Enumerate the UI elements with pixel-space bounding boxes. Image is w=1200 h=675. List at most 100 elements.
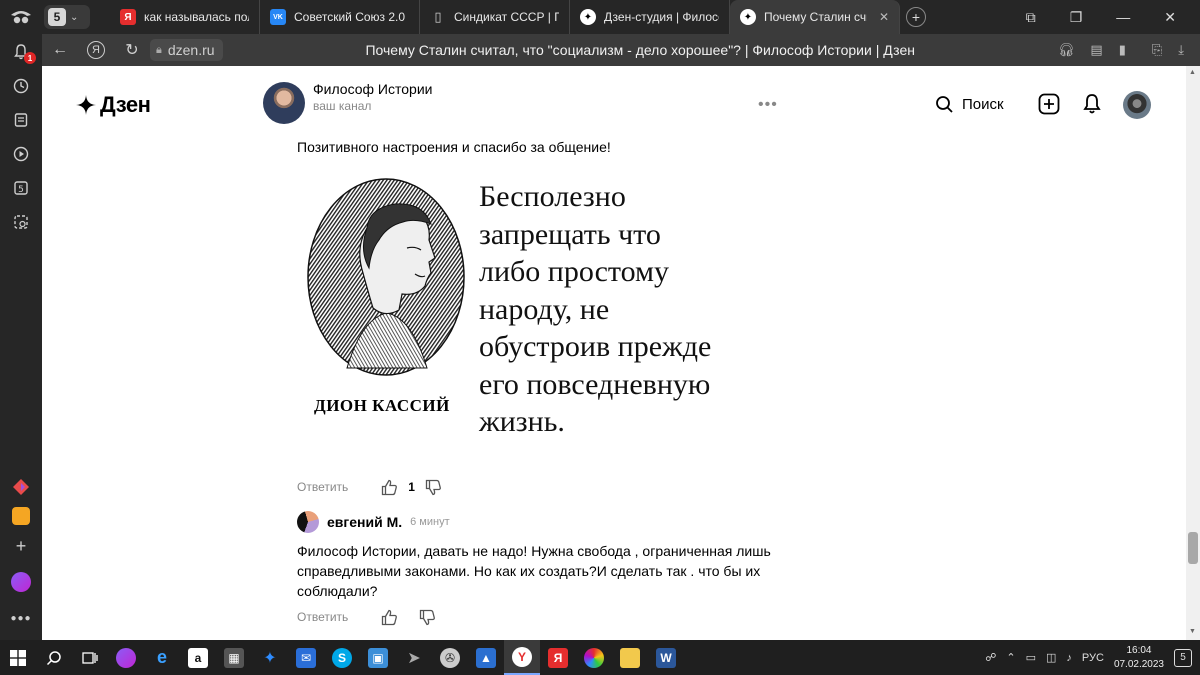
store-bag-icon[interactable]: ▦ — [216, 640, 252, 675]
tab-list: Якак называлась польша VK Советский Союз 2… — [110, 0, 900, 34]
clock[interactable]: 16:04 07.02.2023 — [1114, 644, 1164, 672]
portrait-caption: ДИОН КАССИЙ — [314, 396, 450, 415]
notification-center-icon[interactable]: 5 — [1174, 648, 1192, 667]
windows-start-icon[interactable] — [0, 640, 36, 675]
control-panel-icon[interactable]: ▣ — [360, 640, 396, 675]
svg-text:5: 5 — [18, 185, 24, 195]
like-count: 1 — [408, 480, 415, 494]
reply-button[interactable]: Ответить — [297, 480, 348, 494]
collections-icon[interactable]: ⎘ — [1152, 42, 1162, 58]
mail-app-icon[interactable] — [11, 506, 31, 526]
tabs-counter-icon[interactable]: 5 — [11, 178, 31, 198]
url-text: dzen.ru — [167, 42, 215, 58]
reply-button[interactable]: Ответить — [297, 610, 348, 624]
channel-name[interactable]: Философ Истории — [313, 81, 432, 97]
comment-line: справедливыми законами. Но как их создат… — [297, 563, 761, 579]
reload-icon[interactable]: ↻ — [114, 40, 150, 60]
edge-browser-icon[interactable]: e — [144, 640, 180, 675]
dzen-icon: ✦ — [740, 9, 756, 25]
thumbs-up-icon[interactable] — [380, 478, 398, 496]
new-tab-button[interactable]: + — [906, 7, 926, 27]
notes-icon[interactable] — [11, 110, 31, 130]
tray-chevron-up-icon[interactable]: ⌃ — [1006, 651, 1015, 664]
browser-tab[interactable]: ✦ Почему Сталин считал ✕ — [730, 0, 900, 34]
notifications-button[interactable] — [1081, 93, 1103, 115]
mail-envelope-icon[interactable]: ✉ — [288, 640, 324, 675]
scroll-up-arrow-icon[interactable]: ▲ — [1189, 69, 1196, 76]
yandex-app-icon[interactable]: Я — [540, 640, 576, 675]
amazon-icon[interactable]: a — [180, 640, 216, 675]
dropbox-icon[interactable]: ✦ — [252, 640, 288, 675]
more-menu-icon[interactable]: ••• — [758, 96, 778, 114]
tab-manager-icon[interactable]: ⧉ — [1026, 9, 1036, 26]
yandex-icon: Я — [120, 9, 136, 25]
scrollbar-thumb[interactable] — [1188, 532, 1198, 564]
battery-icon[interactable]: ▭ — [1026, 651, 1036, 664]
download-icon[interactable]: ⤓ — [1178, 42, 1184, 58]
thumbs-down-icon[interactable] — [425, 478, 443, 496]
window-controls: ⧉ ❐ — ✕ — [1026, 9, 1200, 26]
alice-assistant-icon[interactable] — [11, 572, 31, 592]
history-clock-icon[interactable] — [11, 76, 31, 96]
app-launcher-icon[interactable] — [11, 477, 31, 497]
add-panel-icon[interactable]: + — [11, 536, 31, 556]
comment-text: Позитивного настроения и спасибо за обще… — [297, 139, 611, 155]
skype-icon[interactable]: S — [324, 640, 360, 675]
file-explorer-icon[interactable] — [612, 640, 648, 675]
film-reel-icon[interactable]: ✇ — [432, 640, 468, 675]
tab-count: 5 — [48, 8, 66, 26]
color-picker-icon[interactable] — [576, 640, 612, 675]
scroll-down-arrow-icon[interactable]: ▼ — [1189, 628, 1196, 635]
page-scrollbar[interactable]: ▲ ▼ — [1186, 66, 1200, 640]
photos-app-icon[interactable]: ▲ — [468, 640, 504, 675]
bookmark-icon[interactable]: ▮ — [1119, 42, 1126, 58]
tab-label: Почему Сталин считал — [764, 10, 867, 24]
close-window-icon[interactable]: ✕ — [1164, 9, 1176, 26]
browser-logo-icon[interactable] — [0, 0, 42, 34]
yandex-home-icon[interactable]: Я — [78, 41, 114, 59]
fish-app-icon[interactable]: ➤ — [396, 640, 432, 675]
search-icon[interactable] — [36, 640, 72, 675]
thumbs-up-icon[interactable] — [380, 608, 398, 626]
commenter-name[interactable]: евгений М. — [327, 514, 402, 530]
reader-mode-icon[interactable]: ▤ — [1090, 42, 1102, 58]
alice-taskbar-icon[interactable] — [108, 640, 144, 675]
headphones-icon[interactable]: 🎧︎ — [1058, 42, 1075, 58]
url-field[interactable]: 🔒︎ dzen.ru — [150, 39, 223, 61]
word-app-icon[interactable]: W — [648, 640, 684, 675]
people-icon[interactable]: ☍ — [985, 651, 996, 664]
more-options-icon[interactable]: ●●● — [10, 608, 31, 628]
back-arrow-icon[interactable]: ← — [42, 41, 78, 59]
thumbs-down-icon[interactable] — [418, 608, 436, 626]
screenshot-camera-icon[interactable] — [11, 212, 31, 232]
tab-label: Дзен-студия | Философ — [604, 10, 719, 24]
quote-line: обустроив прежде — [479, 330, 712, 363]
browser-tab[interactable]: ✦ Дзен-студия | Философ — [570, 0, 730, 34]
volume-icon[interactable]: ♪ — [1066, 652, 1072, 664]
user-avatar[interactable] — [1123, 91, 1151, 119]
restore-window-icon[interactable]: ❐ — [1070, 9, 1083, 26]
quote-image[interactable]: ДИОН КАССИЙ Бесполезно запрещать что либ… — [297, 172, 757, 444]
create-post-button[interactable] — [1038, 93, 1060, 115]
channel-info[interactable]: Философ Истории ваш канал — [263, 81, 432, 124]
minimize-window-icon[interactable]: — — [1116, 9, 1130, 26]
close-tab-icon[interactable]: ✕ — [879, 10, 889, 24]
language-indicator[interactable]: РУС — [1082, 652, 1104, 664]
browser-tab[interactable]: ▯ Синдикат СССР | Паблик — [420, 0, 570, 34]
clock-time: 16:04 — [1126, 644, 1152, 656]
quote-line: его повседневную — [479, 367, 711, 401]
browser-tab[interactable]: VK Советский Союз 2.0 — [260, 0, 420, 34]
quote-line: Бесполезно — [479, 180, 626, 213]
video-play-icon[interactable] — [11, 144, 31, 164]
network-icon[interactable]: ◫ — [1046, 651, 1056, 664]
channel-avatar[interactable] — [263, 82, 305, 124]
tab-counter-button[interactable]: 5 ⌄ — [44, 5, 90, 29]
yandex-browser-icon[interactable]: Y — [504, 640, 540, 675]
bell-icon — [1083, 94, 1101, 114]
browser-side-panel: 1 5 + ●●● — [0, 34, 42, 640]
task-view-icon[interactable] — [72, 640, 108, 675]
browser-tab[interactable]: Якак называлась польша — [110, 0, 260, 34]
dzen-logo[interactable]: Дзен — [76, 92, 151, 118]
search-button[interactable]: Поиск — [934, 94, 1004, 114]
commenter-avatar[interactable] — [297, 511, 319, 533]
